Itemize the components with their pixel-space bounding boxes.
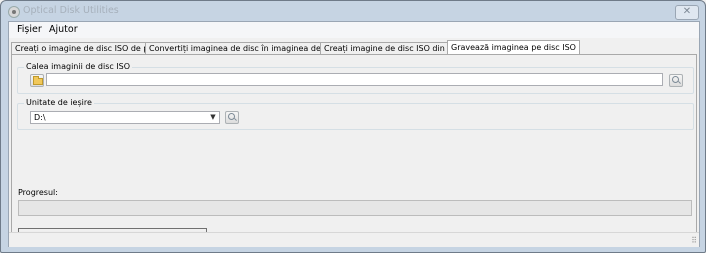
search-icon[interactable] [669, 74, 683, 87]
app-disc-icon [8, 6, 20, 18]
image-path-group: Calea imaginii de disc ISO [17, 62, 694, 94]
menu-help[interactable]: Ajutor [49, 24, 78, 35]
menu-file[interactable]: Fișier [17, 24, 42, 35]
search-icon[interactable] [225, 111, 239, 124]
output-drive-select[interactable]: D:\ ▼ [30, 111, 220, 124]
tab-burn-image[interactable]: Gravează imaginea pe disc ISO [447, 40, 580, 54]
title-bar[interactable]: Optical Disk Utilities ✕ [1, 1, 705, 21]
close-button[interactable]: ✕ [675, 5, 699, 20]
window-title: Optical Disk Utilities [23, 5, 119, 16]
app-window: Optical Disk Utilities ✕ Fișier Ajutor C… [0, 0, 706, 253]
output-drive-group: Unitate de ieșire D:\ ▼ [17, 98, 694, 130]
menu-bar: Fișier Ajutor [9, 22, 699, 38]
client-area: Fișier Ajutor Creați o imagine de disc I… [8, 21, 700, 247]
burn-tab-panel: Calea imaginii de disc ISO Unitate de ie… [11, 54, 697, 244]
status-bar: ⠿ [9, 232, 699, 247]
folder-icon[interactable] [30, 74, 44, 87]
image-path-group-label: Calea imaginii de disc ISO [24, 62, 133, 71]
output-drive-group-label: Unitate de ieșire [24, 98, 94, 107]
progress-label: Progresul: [18, 188, 58, 197]
chevron-down-icon[interactable]: ▼ [208, 112, 218, 123]
progress-bar [18, 200, 692, 216]
resize-grip-icon[interactable]: ⠿ [691, 236, 697, 245]
image-path-input[interactable] [46, 73, 663, 86]
output-drive-value: D:\ [34, 113, 46, 122]
